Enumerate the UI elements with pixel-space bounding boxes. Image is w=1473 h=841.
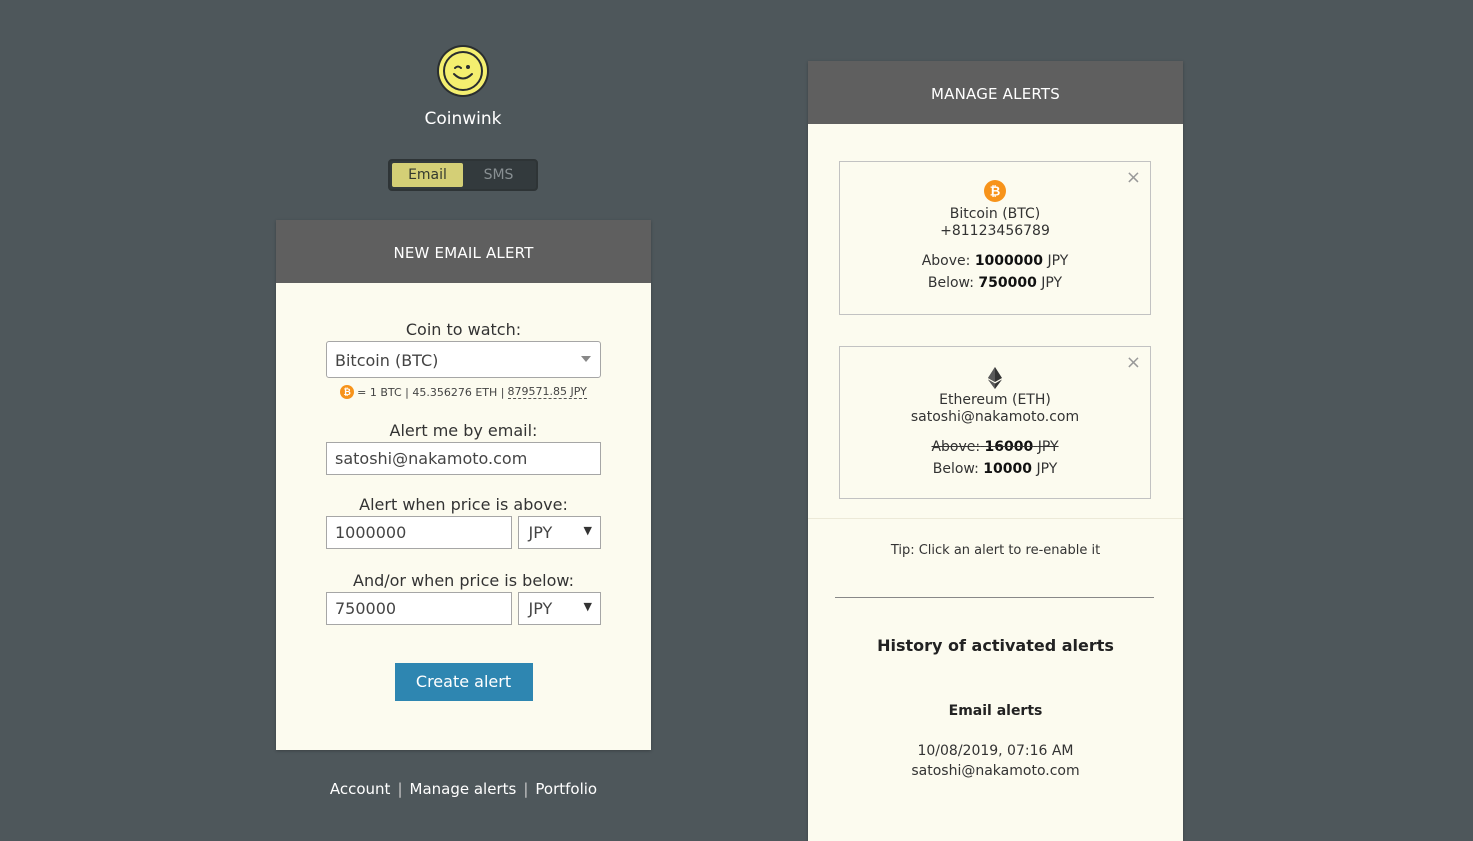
alert-thresholds: Above: 1000000 JPY Below: 750000 JPY — [840, 250, 1150, 294]
alert-above-disabled: Above: 16000 JPY — [840, 436, 1150, 458]
below-currency: JPY — [1041, 275, 1063, 291]
ethereum-icon — [840, 367, 1150, 389]
bitcoin-icon: ₿ — [840, 180, 1150, 202]
footer-nav: Account | Manage alerts | Portfolio — [276, 780, 651, 798]
alert-contact: +81123456789 — [940, 223, 1050, 239]
new-alert-form: Coin to watch: Bitcoin (BTC) ₿ = 1 BTC |… — [276, 320, 651, 701]
svg-text:₿: ₿ — [990, 185, 1001, 200]
chevron-down-icon: ▼ — [583, 600, 592, 613]
divider — [835, 597, 1154, 598]
close-icon[interactable]: × — [1126, 167, 1141, 188]
below-value: 750000 — [978, 275, 1037, 291]
alert-card[interactable]: × Ethereum (ETH) satoshi@nakamoto.com Ab… — [839, 346, 1151, 499]
rate-text: = 1 BTC | 45.356276 ETH | — [357, 385, 505, 399]
new-alert-card: NEW EMAIL ALERT Coin to watch: Bitcoin (… — [276, 220, 651, 750]
brand-block: Coinwink — [363, 43, 563, 129]
above-value: 1000000 — [974, 253, 1044, 269]
below-currency-select[interactable]: JPY ▼ — [517, 592, 601, 625]
coin-select-value: Bitcoin (BTC) — [335, 351, 439, 370]
chevron-down-icon — [581, 356, 591, 362]
separator: | — [397, 780, 403, 798]
alert-type-toggle: Email SMS — [388, 159, 538, 191]
below-value: 10000 — [983, 461, 1032, 477]
toggle-sms[interactable]: SMS — [463, 163, 534, 187]
brand-name: Coinwink — [424, 109, 502, 129]
tip-text: Tip: Click an alert to re-enable it — [890, 543, 1101, 558]
below-prefix: Below: — [927, 275, 974, 291]
email-label: Alert me by email: — [389, 421, 538, 440]
bitcoin-icon: ₿ — [340, 385, 355, 399]
coin-label: Coin to watch: — [405, 320, 522, 339]
below-label: And/or when price is below: — [353, 571, 574, 590]
account-link[interactable]: Account — [330, 780, 391, 798]
below-currency-value: JPY — [528, 599, 553, 618]
separator: | — [523, 780, 529, 798]
manage-alerts-header: MANAGE ALERTS — [808, 61, 1183, 124]
wink-smiley-icon[interactable] — [435, 43, 491, 99]
alert-coin: Bitcoin (BTC) — [949, 206, 1041, 222]
above-row: 1000000 JPY ▼ — [326, 516, 601, 549]
manage-alerts-card: MANAGE ALERTS × ₿ Bitcoin (BTC) +8112345… — [808, 61, 1183, 841]
coin-select[interactable]: Bitcoin (BTC) — [326, 341, 601, 378]
alert-above: Above: 1000000 JPY — [840, 250, 1150, 272]
create-alert-button[interactable]: Create alert — [394, 663, 533, 701]
divider — [808, 518, 1183, 519]
above-prefix: Above: — [931, 439, 981, 455]
below-prefix: Below: — [932, 461, 979, 477]
toggle-email[interactable]: Email — [392, 163, 463, 187]
history-entry: 10/08/2019, 07:16 AM satoshi@nakamoto.co… — [808, 741, 1183, 781]
alert-below: Below: 10000 JPY — [840, 458, 1150, 480]
above-currency-select[interactable]: JPY ▼ — [517, 516, 601, 549]
above-currency: JPY — [1047, 253, 1069, 269]
above-price-input[interactable]: 1000000 — [326, 516, 512, 549]
below-currency: JPY — [1036, 461, 1058, 477]
history-time: 10/08/2019, 07:16 AM — [917, 743, 1074, 759]
email-field[interactable]: satoshi@nakamoto.com — [326, 442, 601, 475]
manage-alerts-link[interactable]: Manage alerts — [410, 780, 517, 798]
rate-jpy[interactable]: 879571.85 JPY — [507, 385, 587, 399]
chevron-down-icon: ▼ — [583, 524, 592, 537]
alert-card[interactable]: × ₿ Bitcoin (BTC) +81123456789 Above: 10… — [839, 161, 1151, 315]
below-row: 750000 JPY ▼ — [326, 592, 601, 625]
above-prefix: Above: — [921, 253, 971, 269]
above-currency-value: JPY — [528, 523, 553, 542]
above-label: Alert when price is above: — [359, 495, 568, 514]
alert-thresholds: Above: 16000 JPY Below: 10000 JPY — [840, 436, 1150, 480]
history-subtitle: Email alerts — [948, 703, 1043, 719]
close-icon[interactable]: × — [1126, 352, 1141, 373]
above-currency: JPY — [1037, 439, 1059, 455]
alert-contact: satoshi@nakamoto.com — [910, 409, 1080, 425]
portfolio-link[interactable]: Portfolio — [535, 780, 597, 798]
below-price-input[interactable]: 750000 — [326, 592, 512, 625]
history-title: History of activated alerts — [877, 636, 1114, 655]
alert-below: Below: 750000 JPY — [840, 272, 1150, 294]
rate-line: ₿ = 1 BTC | 45.356276 ETH | 879571.85 JP… — [326, 385, 601, 399]
history-email: satoshi@nakamoto.com — [911, 763, 1080, 779]
new-alert-header: NEW EMAIL ALERT — [276, 220, 651, 283]
alert-coin: Ethereum (ETH) — [939, 392, 1051, 408]
above-value: 16000 — [984, 439, 1034, 455]
